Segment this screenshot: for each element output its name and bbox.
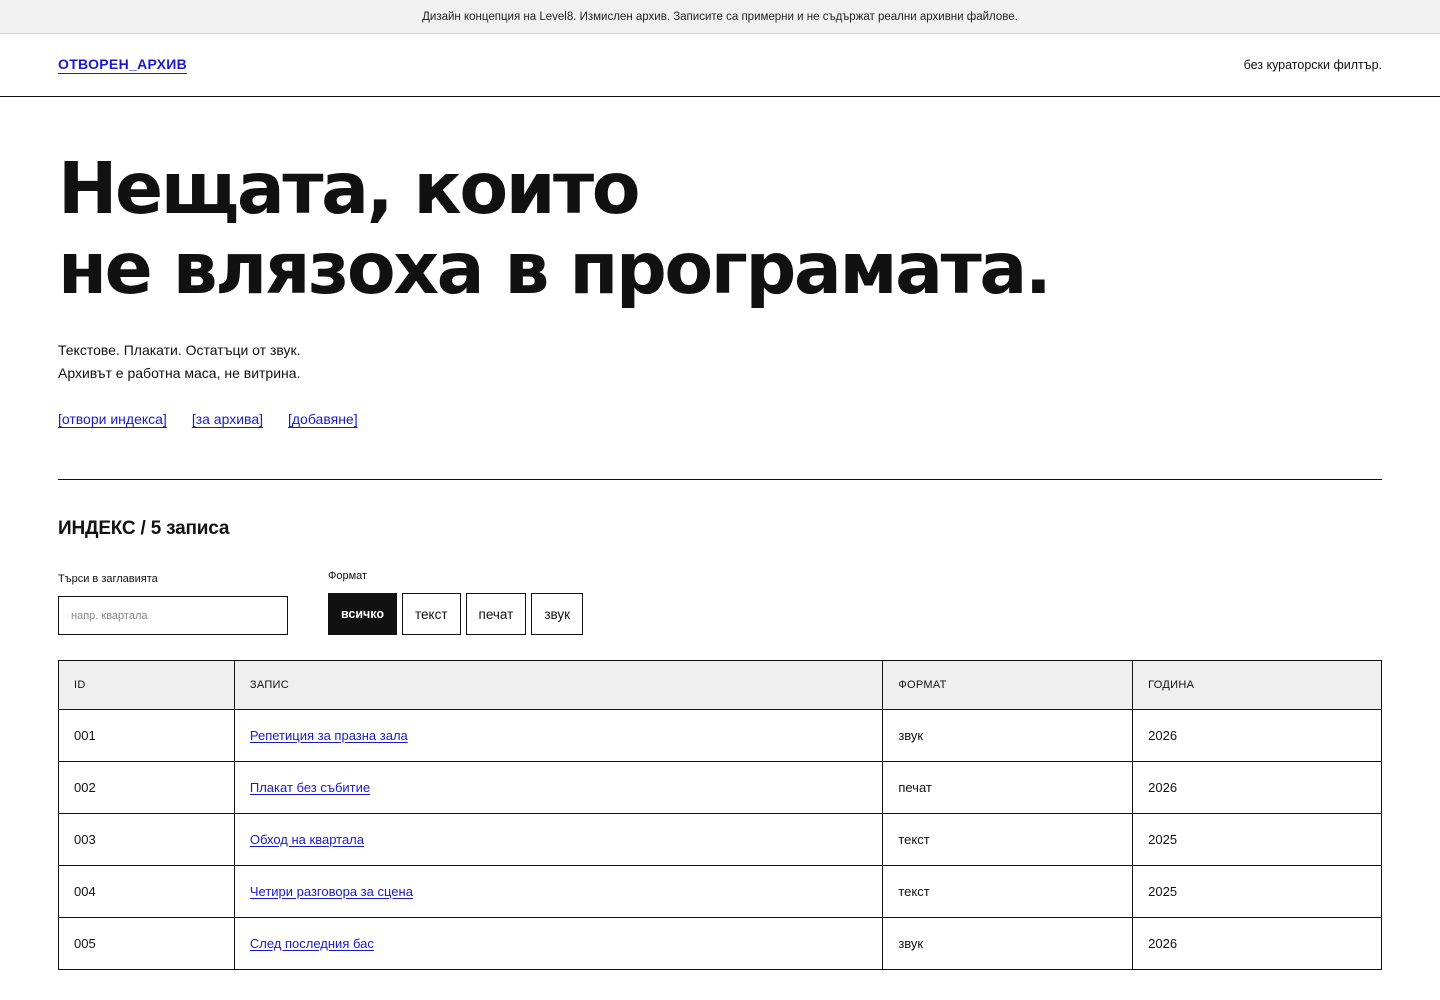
cell-format: текст	[882, 813, 1134, 866]
cell-record: Репетиция за празна зала	[233, 709, 884, 762]
search-group: Търси в заглавията	[58, 573, 288, 635]
table-row: 003 Обход на квартала текст 2025	[58, 813, 1382, 866]
cell-id: 004	[58, 865, 235, 918]
hero-links: [отвори индекса] [за архива] [добавяне]	[58, 411, 1382, 427]
cell-record: Плакат без събитие	[233, 761, 884, 814]
hero-title-line-1: Нещата, които	[58, 147, 641, 230]
site-logo-link[interactable]: ОТВОРЕН_АРХИВ	[58, 56, 187, 74]
add-entry-link[interactable]: [добавяне]	[288, 411, 358, 427]
cell-id: 001	[58, 709, 235, 762]
format-sound-button[interactable]: звук	[531, 593, 584, 635]
cell-id: 003	[58, 813, 235, 866]
format-label: Формат	[328, 570, 368, 582]
hero-title-line-2: не влязоха в програмата.	[58, 227, 1052, 310]
column-header-id: ID	[58, 660, 235, 710]
column-header-format: ФОРМАТ	[882, 660, 1134, 710]
format-print-button[interactable]: печат	[465, 593, 527, 635]
column-header-record: ЗАПИС	[233, 660, 884, 710]
demo-notice-bar: Дизайн концепция на Level8. Измислен арх…	[0, 0, 1440, 34]
index-title: ИНДЕКС / 5 записа	[58, 518, 230, 539]
table-header-row: ID ЗАПИС ФОРМАТ ГОДИНА	[58, 660, 1382, 710]
cell-year: 2026	[1132, 761, 1382, 814]
demo-notice-text: Дизайн концепция на Level8. Измислен арх…	[422, 10, 1018, 23]
column-header-year: ГОДИНА	[1132, 660, 1382, 710]
cell-year: 2025	[1132, 865, 1382, 918]
record-link[interactable]: Плакат без събитие	[250, 780, 370, 795]
search-input[interactable]	[58, 596, 288, 635]
cell-format: звук	[882, 917, 1134, 970]
open-index-link[interactable]: [отвори индекса]	[58, 411, 167, 427]
format-filter-buttons: всичко текст печат звук	[328, 593, 584, 635]
header-tagline: без кураторски филтър.	[1243, 58, 1382, 72]
cell-record: След последния бас	[233, 917, 884, 970]
record-link[interactable]: Четири разговора за сцена	[250, 884, 413, 899]
cell-record: Четири разговора за сцена	[233, 865, 884, 918]
hero-subtitle: Текстове. Плакати. Остатъци от звук. Арх…	[58, 339, 1382, 385]
cell-format: печат	[882, 761, 1134, 814]
record-link[interactable]: Обход на квартала	[250, 832, 364, 847]
table-row: 004 Четири разговора за сцена текст 2025	[58, 865, 1382, 918]
filters-bar: Търси в заглавията Формат всичко текст п…	[58, 570, 1382, 635]
cell-format: текст	[882, 865, 1134, 918]
format-group: Формат всичко текст печат звук	[328, 570, 584, 635]
record-link[interactable]: След последния бас	[250, 936, 374, 951]
hero-title: Нещата, които не влязоха в програмата.	[58, 149, 1382, 309]
table-row: 005 След последния бас звук 2026	[58, 917, 1382, 970]
cell-format: звук	[882, 709, 1134, 762]
table-row: 001 Репетиция за празна зала звук 2026	[58, 709, 1382, 762]
record-link[interactable]: Репетиция за празна зала	[250, 728, 408, 743]
cell-record: Обход на квартала	[233, 813, 884, 866]
table-row: 002 Плакат без събитие печат 2026	[58, 761, 1382, 814]
index-section: ИНДЕКС / 5 записа Търси в заглавията Фор…	[0, 480, 1440, 970]
hero-section: Нещата, които не влязоха в програмата. Т…	[0, 97, 1440, 428]
about-archive-link[interactable]: [за архива]	[192, 411, 263, 427]
cell-year: 2026	[1132, 917, 1382, 970]
format-all-button[interactable]: всичко	[328, 593, 397, 635]
format-text-button[interactable]: текст	[402, 593, 461, 635]
index-table: ID ЗАПИС ФОРМАТ ГОДИНА 001 Репетиция за …	[58, 660, 1382, 970]
cell-year: 2025	[1132, 813, 1382, 866]
hero-subtitle-line-2: Архивът е работна маса, не витрина.	[58, 365, 301, 381]
hero-subtitle-line-1: Текстове. Плакати. Остатъци от звук.	[58, 342, 301, 358]
cell-id: 002	[58, 761, 235, 814]
cell-year: 2026	[1132, 709, 1382, 762]
site-header: ОТВОРЕН_АРХИВ без кураторски филтър.	[0, 34, 1440, 97]
cell-id: 005	[58, 917, 235, 970]
search-label: Търси в заглавията	[58, 573, 158, 585]
